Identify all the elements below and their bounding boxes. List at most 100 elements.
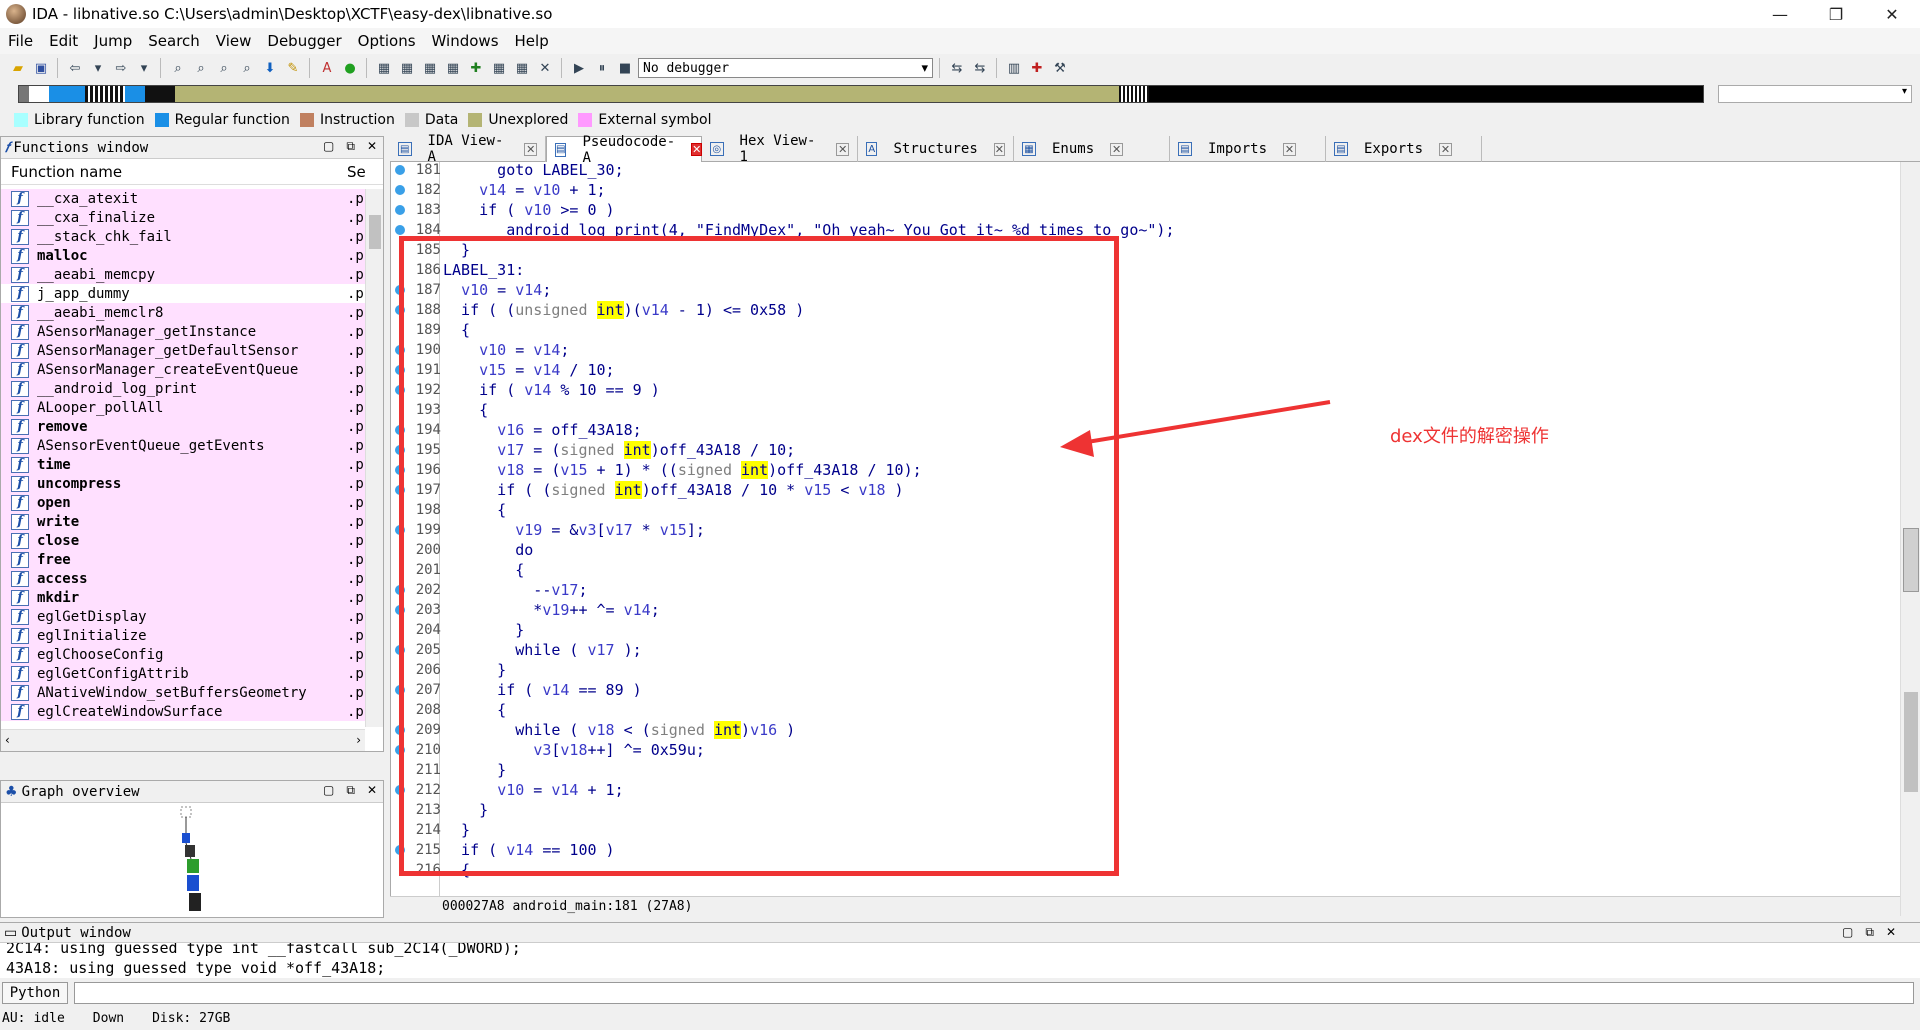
function-row[interactable]: f access .p (1, 569, 365, 588)
struct-icon[interactable]: ▦ (420, 58, 440, 78)
maximize-button[interactable]: ❐ (1808, 0, 1864, 28)
close-tab-icon[interactable]: ✕ (1283, 142, 1297, 156)
function-row[interactable]: f free .p (1, 550, 365, 569)
function-row[interactable]: f mkdir .p (1, 588, 365, 607)
func-icon[interactable]: ▦ (489, 58, 509, 78)
function-row[interactable]: f ASensorManager_getInstance .p (1, 322, 365, 341)
function-row[interactable]: f __aeabi_memcpy .p (1, 265, 365, 284)
close-pane-icon[interactable]: ✕ (1886, 925, 1896, 940)
menu-debugger[interactable]: Debugger (259, 28, 349, 54)
breakpoint-dot[interactable] (395, 225, 405, 235)
breakpoint-dot[interactable] (395, 185, 405, 195)
close-tab-icon[interactable]: ✕ (524, 142, 537, 156)
back-icon[interactable]: ⇦ (65, 58, 85, 78)
function-row[interactable]: f write .p (1, 512, 365, 531)
search-text-icon[interactable]: ⌕ (168, 58, 188, 78)
data-icon[interactable]: ▦ (397, 58, 417, 78)
function-row[interactable]: f __stack_chk_fail .p (1, 227, 365, 246)
open-folder-icon[interactable]: ▰ (8, 58, 28, 78)
close-tab-icon[interactable]: ✕ (836, 142, 849, 156)
search-binary-icon[interactable]: ⌕ (191, 58, 211, 78)
back-dropdown-icon[interactable]: ▾ (88, 58, 108, 78)
mark-icon[interactable]: ✎ (283, 58, 303, 78)
function-row[interactable]: f eglGetDisplay .p (1, 607, 365, 626)
breakpoint-dot[interactable] (395, 165, 405, 175)
tab-hex-view-1[interactable]: ◎ Hex View-1 ✕ (702, 133, 858, 165)
tab-exports[interactable]: ▤ Exports ✕ (1326, 136, 1482, 162)
function-row[interactable]: f remove .p (1, 417, 365, 436)
code-line[interactable]: 182 v14 = v10 + 1; (391, 180, 1891, 200)
tab-structures[interactable]: A Structures ✕ (858, 136, 1014, 162)
undefine-icon[interactable]: ▦ (512, 58, 532, 78)
float-pane-icon[interactable]: ⧉ (346, 139, 355, 154)
pseudocode-vscroll[interactable] (1900, 162, 1920, 916)
code-icon[interactable]: ▦ (374, 58, 394, 78)
close-tab-icon[interactable]: ✕ (993, 142, 1005, 156)
text-view-icon[interactable]: A (317, 58, 337, 78)
menu-options[interactable]: Options (350, 28, 424, 54)
menu-jump[interactable]: Jump (86, 28, 140, 54)
function-row[interactable]: f time .p (1, 455, 365, 474)
function-row[interactable]: f ASensorManager_createEventQueue .p (1, 360, 365, 379)
function-row[interactable]: f __aeabi_memclr8 .p (1, 303, 365, 322)
close-pane-icon[interactable]: ✕ (367, 139, 377, 154)
tab-imports[interactable]: ▤ Imports ✕ (1170, 136, 1326, 162)
functions-hscroll[interactable]: ‹ › (1, 729, 365, 751)
code-line[interactable]: 181 goto LABEL_30; (391, 162, 1891, 180)
function-row[interactable]: f __cxa_finalize .p (1, 208, 365, 227)
scroll-thumb[interactable] (369, 215, 381, 249)
column-function-name[interactable]: Function name (1, 163, 347, 181)
breakpoint-icon[interactable]: ▥ (1004, 58, 1024, 78)
navigation-band[interactable]: ▾ (0, 82, 1920, 108)
function-row[interactable]: f __cxa_atexit .p (1, 189, 365, 208)
pause-icon[interactable]: ⏸ (592, 58, 612, 78)
restore-pane-icon[interactable]: ▢ (323, 139, 334, 154)
debugger-select[interactable]: No debugger ▾ (638, 58, 933, 78)
tools-icon[interactable]: ⚒ (1050, 58, 1070, 78)
menu-help[interactable]: Help (507, 28, 557, 54)
menu-windows[interactable]: Windows (424, 28, 507, 54)
close-tab-icon[interactable]: ✕ (1110, 142, 1124, 156)
function-row[interactable]: f eglInitialize .p (1, 626, 365, 645)
python-button[interactable]: Python (2, 982, 68, 1004)
green-circle-icon[interactable]: ● (340, 58, 360, 78)
function-row[interactable]: f ASensorEventQueue_getEvents .p (1, 436, 365, 455)
add-bp-icon[interactable]: ✚ (1027, 58, 1047, 78)
function-row[interactable]: f close .p (1, 531, 365, 550)
close-tab-icon[interactable]: ✕ (691, 143, 703, 156)
run-icon[interactable]: ▶ (569, 58, 589, 78)
function-row[interactable]: f eglGetConfigAttrib .p (1, 664, 365, 683)
function-row[interactable]: f j_app_dummy .p (1, 284, 365, 303)
tab-enums[interactable]: ▦ Enums ✕ (1014, 136, 1170, 162)
function-row[interactable]: f ALooper_pollAll .p (1, 398, 365, 417)
search-next-icon[interactable]: ⌕ (237, 58, 257, 78)
close-button[interactable]: ✕ (1864, 0, 1920, 28)
code-line[interactable]: 183 if ( v10 >= 0 ) (391, 200, 1891, 220)
function-row[interactable]: f ASensorManager_getDefaultSensor .p (1, 341, 365, 360)
delete-icon[interactable]: ✕ (535, 58, 555, 78)
menu-search[interactable]: Search (140, 28, 208, 54)
float-pane-icon[interactable]: ⧉ (1865, 925, 1874, 940)
restore-pane-icon[interactable]: ▢ (1842, 925, 1853, 940)
function-row[interactable]: f ANativeWindow_setBuffersGeometry .p (1, 683, 365, 702)
function-row[interactable]: f uncompress .p (1, 474, 365, 493)
breakpoint-dot[interactable] (395, 205, 405, 215)
tab-ida-view-a[interactable]: ▤ IDA View-A ✕ (390, 133, 546, 165)
tab-pseudocode-a[interactable]: ▤ Pseudocode-A ✕ (546, 134, 703, 166)
graph-overview-canvas[interactable] (1, 803, 381, 915)
menu-edit[interactable]: Edit (41, 28, 86, 54)
function-row[interactable]: f open .p (1, 493, 365, 512)
forward-dropdown-icon[interactable]: ▾ (134, 58, 154, 78)
column-segment[interactable]: Se (347, 163, 366, 181)
close-tab-icon[interactable]: ✕ (1439, 142, 1453, 156)
menu-file[interactable]: File (0, 28, 41, 54)
command-input[interactable] (74, 982, 1914, 1004)
xref-icon[interactable]: ▦ (443, 58, 463, 78)
menu-view[interactable]: View (208, 28, 260, 54)
detach-icon[interactable]: ⇆ (970, 58, 990, 78)
minimize-button[interactable]: — (1752, 0, 1808, 28)
functions-vscroll[interactable] (365, 189, 383, 727)
stop-icon[interactable]: ■ (615, 58, 635, 78)
jump-down-icon[interactable]: ⬇ (260, 58, 280, 78)
navigation-band-select[interactable]: ▾ (1718, 85, 1912, 103)
